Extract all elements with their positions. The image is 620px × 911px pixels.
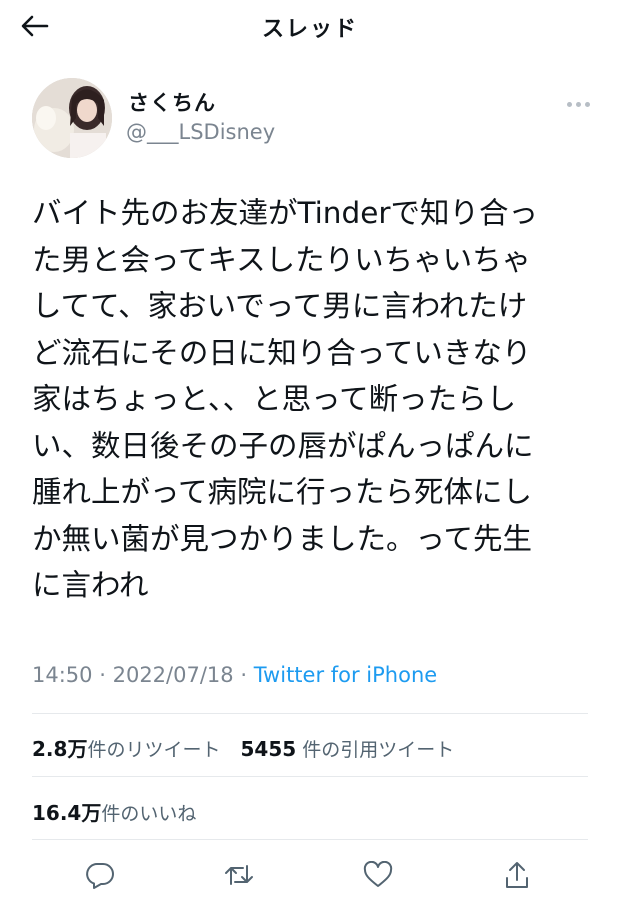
tweet-meta: 14:50 · 2022/07/18 · Twitter for iPhone (32, 663, 437, 687)
retweet-stats-row: 2.8万件のリツイート 5455 件の引用ツイート (32, 733, 454, 762)
retweets-count: 2.8 (32, 737, 68, 761)
tweet-line: か無い菌が見つかりました。って先生 (32, 521, 533, 556)
share-icon (506, 862, 528, 888)
like-button[interactable] (355, 852, 401, 898)
divider (32, 776, 588, 777)
more-dot-icon (566, 101, 572, 107)
tweet-source-link[interactable]: Twitter for iPhone (254, 663, 438, 687)
share-button[interactable] (494, 852, 540, 898)
more-dot-icon (575, 101, 581, 107)
tweet-line: に言われ (32, 568, 149, 602)
tweet-line: い、数日後その子の唇がぱんっぱんに (32, 428, 534, 463)
likes-count: 16.4 (32, 801, 82, 825)
tweet-text: バイト先のお友達がTinderで知り合っ た男と会ってキスしたりいちゃいちゃ し… (32, 190, 592, 609)
quotes-count: 5455 (240, 737, 297, 761)
divider (32, 839, 588, 840)
tweet-line: 腫れ上がって病院に行ったら死体にし (32, 475, 533, 509)
page-title: スレッド (261, 17, 358, 42)
meta-separator: · (99, 663, 106, 687)
top-bar: スレッド (0, 0, 620, 52)
tweet-date[interactable]: 2022/07/18 (113, 663, 234, 687)
retweets-unit: 万 (67, 737, 88, 761)
more-options-button[interactable] (560, 94, 596, 114)
like-icon (363, 861, 393, 887)
quotes-label: 件の引用ツイート (302, 739, 455, 761)
tweet-line: た男と会ってキスしたりいちゃいちゃ (32, 242, 532, 277)
action-bar (0, 852, 620, 898)
divider (32, 713, 588, 714)
retweet-icon (225, 865, 253, 885)
reply-icon (86, 863, 114, 889)
user-handle[interactable]: @___LSDisney (126, 120, 275, 144)
tweet-time[interactable]: 14:50 (32, 663, 93, 687)
tweet-line: 家はちょっと、、と思って断ったらし (32, 382, 517, 416)
retweet-button[interactable] (216, 852, 262, 898)
quotes-stat[interactable]: 5455 件の引用ツイート (240, 737, 455, 761)
likes-unit: 万 (81, 801, 102, 825)
likes-stats-row: 16.4万件のいいね (32, 797, 196, 826)
tweet-line: ど流石にその日に知り合っていきなり (32, 335, 532, 370)
avatar[interactable] (32, 78, 112, 158)
tweet-line: してて、家おいでって男に言われたけ (32, 289, 528, 323)
meta-separator: · (240, 663, 248, 687)
likes-stat[interactable]: 16.4万件のいいね (32, 801, 197, 825)
more-dot-icon (584, 101, 590, 107)
likes-label: 件のいいね (101, 803, 197, 825)
retweets-label: 件のリツイート (87, 739, 221, 761)
retweets-stat[interactable]: 2.8万件のリツイート (32, 737, 221, 761)
reply-button[interactable] (77, 852, 123, 898)
tweet-line: バイト先のお友達がTinderで知り合っ (32, 196, 539, 230)
display-name[interactable]: さくちん (128, 87, 216, 117)
